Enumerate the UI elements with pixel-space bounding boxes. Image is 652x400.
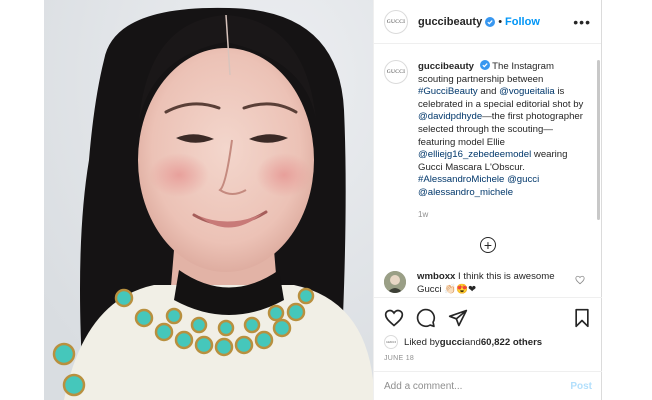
comment-emoji: 👏🏻😍❤	[444, 283, 477, 295]
caption-text-part: and	[477, 86, 500, 98]
comment-item: wmboxx I think this is awesome Gucci 👏🏻😍…	[384, 271, 594, 296]
add-comment-bar: Post	[374, 371, 602, 400]
hashtag-link[interactable]: #GucciBeauty	[418, 86, 478, 97]
verified-badge-icon	[479, 60, 490, 70]
likes-summary: GUCCI Liked by gucci and 60,822 others	[384, 335, 592, 349]
commenter-avatar[interactable]	[384, 271, 406, 293]
plus-circle-icon[interactable]: +	[480, 237, 496, 254]
save-bookmark-icon[interactable]	[572, 308, 592, 328]
liker-username[interactable]: gucci	[440, 337, 465, 348]
likes-middle: and	[464, 336, 481, 348]
more-options-icon[interactable]: •••	[573, 15, 591, 29]
post-image	[44, 0, 373, 400]
post-sidebar: GUCCI guccibeauty • Follow ••• GUCCI guc…	[373, 0, 602, 400]
caption-username[interactable]: guccibeauty	[418, 61, 474, 72]
like-comment-heart-icon[interactable]	[575, 275, 585, 285]
verified-badge-icon	[485, 16, 496, 27]
post-comment-button[interactable]: Post	[570, 381, 592, 392]
separator-dot: •	[498, 15, 503, 28]
post-date[interactable]: JUNE 18	[384, 355, 592, 362]
mention-link[interactable]: @vogueitalia	[499, 86, 555, 97]
hashtag-link[interactable]: #AlessandroMichele	[418, 174, 504, 185]
comment-bubble-icon[interactable]	[416, 308, 436, 328]
caption-text: guccibeauty The Instagram scouting partn…	[418, 60, 588, 221]
caption: GUCCI guccibeauty The Instagram scouting…	[384, 60, 592, 221]
caption-avatar[interactable]: GUCCI	[384, 60, 408, 84]
comment-text: wmboxx I think this is awesome Gucci 👏🏻😍…	[417, 271, 567, 296]
share-direct-icon[interactable]	[448, 308, 468, 328]
mention-link[interactable]: @elliejg16_zebedeemodel	[418, 149, 531, 160]
post-actions: GUCCI Liked by gucci and 60,822 others J…	[374, 297, 602, 362]
mention-link[interactable]: @davidpdhyde	[418, 111, 482, 122]
caption-timestamp[interactable]: 1w	[418, 209, 588, 222]
mention-link[interactable]: @gucci	[507, 174, 539, 185]
mention-link[interactable]: @alessandro_michele	[418, 187, 513, 198]
follow-button[interactable]: Follow	[505, 16, 540, 28]
profile-avatar[interactable]: GUCCI	[384, 9, 408, 34]
action-icons	[384, 306, 592, 330]
header-username[interactable]: guccibeauty	[418, 16, 482, 28]
post-photo[interactable]	[44, 0, 373, 400]
post-header: GUCCI guccibeauty • Follow •••	[374, 0, 601, 44]
likes-count[interactable]: 60,822 others	[481, 337, 542, 348]
load-more-comments[interactable]: +	[384, 237, 592, 254]
comment-username[interactable]: wmboxx	[417, 271, 455, 282]
like-heart-icon[interactable]	[384, 308, 404, 328]
comments-scrollbar[interactable]	[597, 60, 600, 220]
commenter-avatar-image	[384, 271, 406, 293]
liker-avatar[interactable]: GUCCI	[384, 335, 398, 349]
comments-section[interactable]: GUCCI guccibeauty The Instagram scouting…	[374, 45, 602, 297]
likes-prefix: Liked by	[404, 336, 440, 348]
add-comment-input[interactable]	[384, 380, 571, 392]
